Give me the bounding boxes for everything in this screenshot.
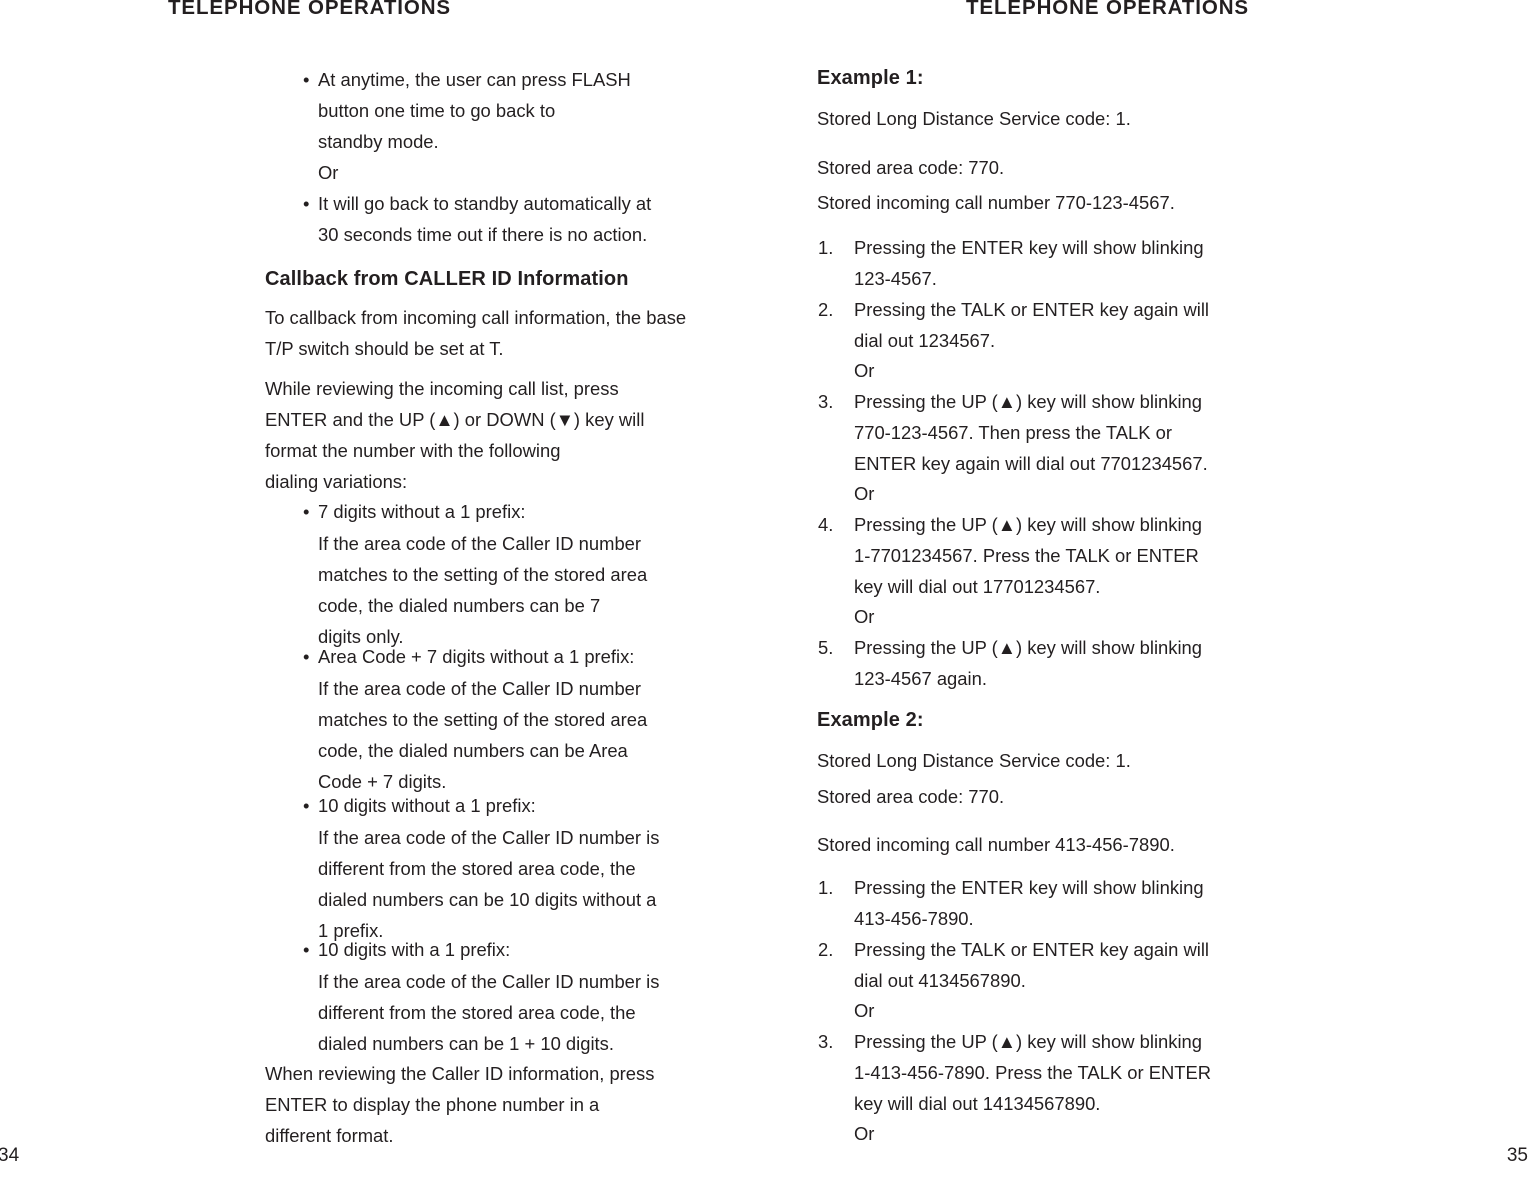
list-item: • It will go back to standby automatical… [303, 188, 715, 250]
example-1-line-3: Stored incoming call number 770-123-4567… [817, 192, 1175, 213]
list-item-text: Pressing the TALK or ENTER key again wil… [854, 299, 1210, 351]
heading-example-1: Example 1: [817, 67, 924, 89]
list-item-text: Pressing the ENTER key will show blinkin… [854, 877, 1204, 929]
running-head-left: TELEPHONE OPERATIONS [168, 0, 452, 19]
list-item-text: Pressing the UP (▲) key will show blinki… [854, 1031, 1212, 1114]
running-head-right: TELEPHONE OPERATIONS [966, 0, 1250, 19]
list-item: • 10 digits with a 1 prefix: [303, 934, 715, 965]
list-item-text: Pressing the UP (▲) key will show blinki… [854, 637, 1203, 689]
ordered-list-item: 3. Pressing the UP (▲) key will show bli… [818, 1026, 1248, 1119]
bullet-marker: • [303, 69, 310, 90]
list-item-body: If the area code of the Caller ID number… [318, 533, 648, 647]
paragraph-callback-intro: To callback from incoming call informati… [265, 307, 687, 359]
list-number: 3. [818, 391, 834, 412]
page-right: TELEPHONE OPERATIONS Example 1: Stored L… [767, 0, 1534, 1177]
list-number: 2. [818, 939, 834, 960]
bullet-marker: • [303, 795, 310, 816]
ordered-list-item: 1. Pressing the ENTER key will show blin… [818, 232, 1248, 294]
list-item-title: 10 digits without a 1 prefix: [318, 795, 536, 816]
page-left: TELEPHONE OPERATIONS • At anytime, the u… [0, 0, 767, 1177]
paragraph-closing: When reviewing the Caller ID information… [265, 1063, 655, 1146]
list-item-text: Pressing the UP (▲) key will show blinki… [854, 391, 1208, 474]
or-connector: Or [854, 483, 875, 504]
example-2-line-1: Stored Long Distance Service code: 1. [817, 750, 1131, 771]
or-connector: Or [318, 162, 339, 183]
list-item-title: 10 digits with a 1 prefix: [318, 939, 511, 960]
list-item: • 7 digits without a 1 prefix: [303, 496, 715, 527]
list-item-text: Pressing the UP (▲) key will show blinki… [854, 514, 1203, 597]
ordered-list-item: 2. Pressing the TALK or ENTER key again … [818, 934, 1248, 996]
list-item: • At anytime, the user can press FLASH b… [303, 64, 715, 157]
or-connector: Or [854, 1000, 875, 1021]
or-connector: Or [854, 606, 875, 627]
list-item-body: If the area code of the Caller ID number… [318, 678, 648, 792]
example-1-line-1: Stored Long Distance Service code: 1. [817, 108, 1131, 129]
bullet-marker: • [303, 939, 310, 960]
list-number: 5. [818, 637, 834, 658]
list-number: 2. [818, 299, 834, 320]
bullet-marker: • [303, 193, 310, 214]
list-item-title: 7 digits without a 1 prefix: [318, 501, 526, 522]
ordered-list-item: 5. Pressing the UP (▲) key will show bli… [818, 632, 1248, 694]
example-2-line-3: Stored incoming call number 413-456-7890… [817, 834, 1175, 855]
ordered-list-item: 2. Pressing the TALK or ENTER key again … [818, 294, 1248, 356]
list-item-title: Area Code + 7 digits without a 1 prefix: [318, 646, 635, 667]
or-connector: Or [854, 360, 875, 381]
ordered-list-item: 1. Pressing the ENTER key will show blin… [818, 872, 1248, 934]
heading-example-2: Example 2: [817, 709, 924, 731]
bullet-marker: • [303, 646, 310, 667]
list-item-text: Pressing the ENTER key will show blinkin… [854, 237, 1204, 289]
list-item: • 10 digits without a 1 prefix: [303, 790, 715, 821]
list-number: 1. [818, 237, 834, 258]
list-number: 4. [818, 514, 834, 535]
list-item-text: Pressing the TALK or ENTER key again wil… [854, 939, 1210, 991]
ordered-list-item: 3. Pressing the UP (▲) key will show bli… [818, 386, 1248, 479]
list-item-body: If the area code of the Caller ID number… [318, 971, 660, 1054]
list-number: 1. [818, 877, 834, 898]
list-number: 3. [818, 1031, 834, 1052]
list-item: • Area Code + 7 digits without a 1 prefi… [303, 641, 715, 672]
or-connector: Or [854, 1123, 875, 1144]
ordered-list-item: 4. Pressing the UP (▲) key will show bli… [818, 509, 1248, 602]
paragraph-dialing-variations-intro: While reviewing the incoming call list, … [265, 378, 645, 492]
example-2-line-2: Stored area code: 770. [817, 786, 1005, 807]
list-item-text: At anytime, the user can press FLASH but… [318, 69, 631, 152]
page-number-left: 34 [0, 1145, 20, 1166]
bullet-marker: • [303, 501, 310, 522]
page-number-right: 35 [1506, 1145, 1528, 1166]
example-1-line-2: Stored area code: 770. [817, 157, 1005, 178]
list-item-text: It will go back to standby automatically… [318, 193, 652, 245]
list-item-body: If the area code of the Caller ID number… [318, 827, 660, 941]
section-heading-callback: Callback from CALLER ID Information [265, 268, 629, 290]
